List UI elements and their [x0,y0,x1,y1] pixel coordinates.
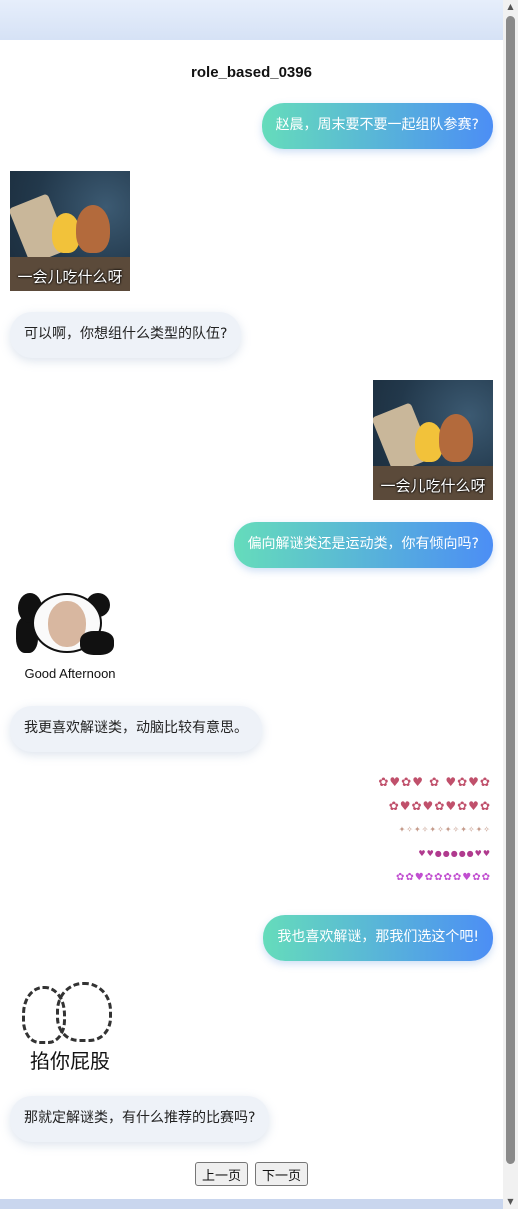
pagination: 上一页 下一页 [0,1162,503,1186]
top-background-band [0,0,503,40]
scroll-up-arrow-icon[interactable]: ▲ [503,0,518,14]
chat-panel[interactable]: role_based_0396 赵晨，周末要不要一起组队参赛? 一会儿吃什么呀 … [0,40,503,1199]
message-bubble-outgoing: 我也喜欢解谜，那我们选这个吧! [263,915,493,961]
tom-and-jerry-sticker: 一会儿吃什么呀 [10,171,130,291]
prev-page-button[interactable]: 上一页 [194,1162,248,1186]
bottom-background-band [0,1199,503,1209]
message-bubble-outgoing: 偏向解谜类还是运动类，你有倾向吗? [233,522,493,568]
bears-sketch-sticker: 掐你屁股 [16,980,124,1076]
page-title: role_based_0396 [191,64,312,81]
panda-meme-sticker: Good Afternoon [10,587,130,683]
next-page-button[interactable]: 下一页 [255,1162,309,1186]
sticker-caption: 一会儿吃什么呀 [380,477,486,495]
glitter-text-sticker: ✿♥✿♥ ✿ ♥✿♥✿ ✿♥✿♥✿♥✿♥✿ ✦✧✦✧✦✧✦✧✦✧✦✧ ♥♥●●●… [378,775,491,883]
scroll-down-arrow-icon[interactable]: ▼ [503,1195,518,1209]
sticker-caption: Good Afternoon [24,666,116,681]
message-bubble-incoming: 我更喜欢解谜类，动脑比较有意思。 [10,706,262,752]
message-bubble-incoming: 可以啊，你想组什么类型的队伍? [10,312,242,358]
sticker-caption: 一会儿吃什么呀 [17,268,123,286]
message-bubble-outgoing: 赵晨，周末要不要一起组队参赛? [261,103,493,149]
scrollbar-thumb[interactable] [506,16,515,1164]
message-bubble-incoming: 那就定解谜类，有什么推荐的比赛吗? [10,1096,270,1142]
tom-and-jerry-sticker: 一会儿吃什么呀 [373,380,493,500]
sticker-caption: 掐你屁股 [30,1051,110,1073]
